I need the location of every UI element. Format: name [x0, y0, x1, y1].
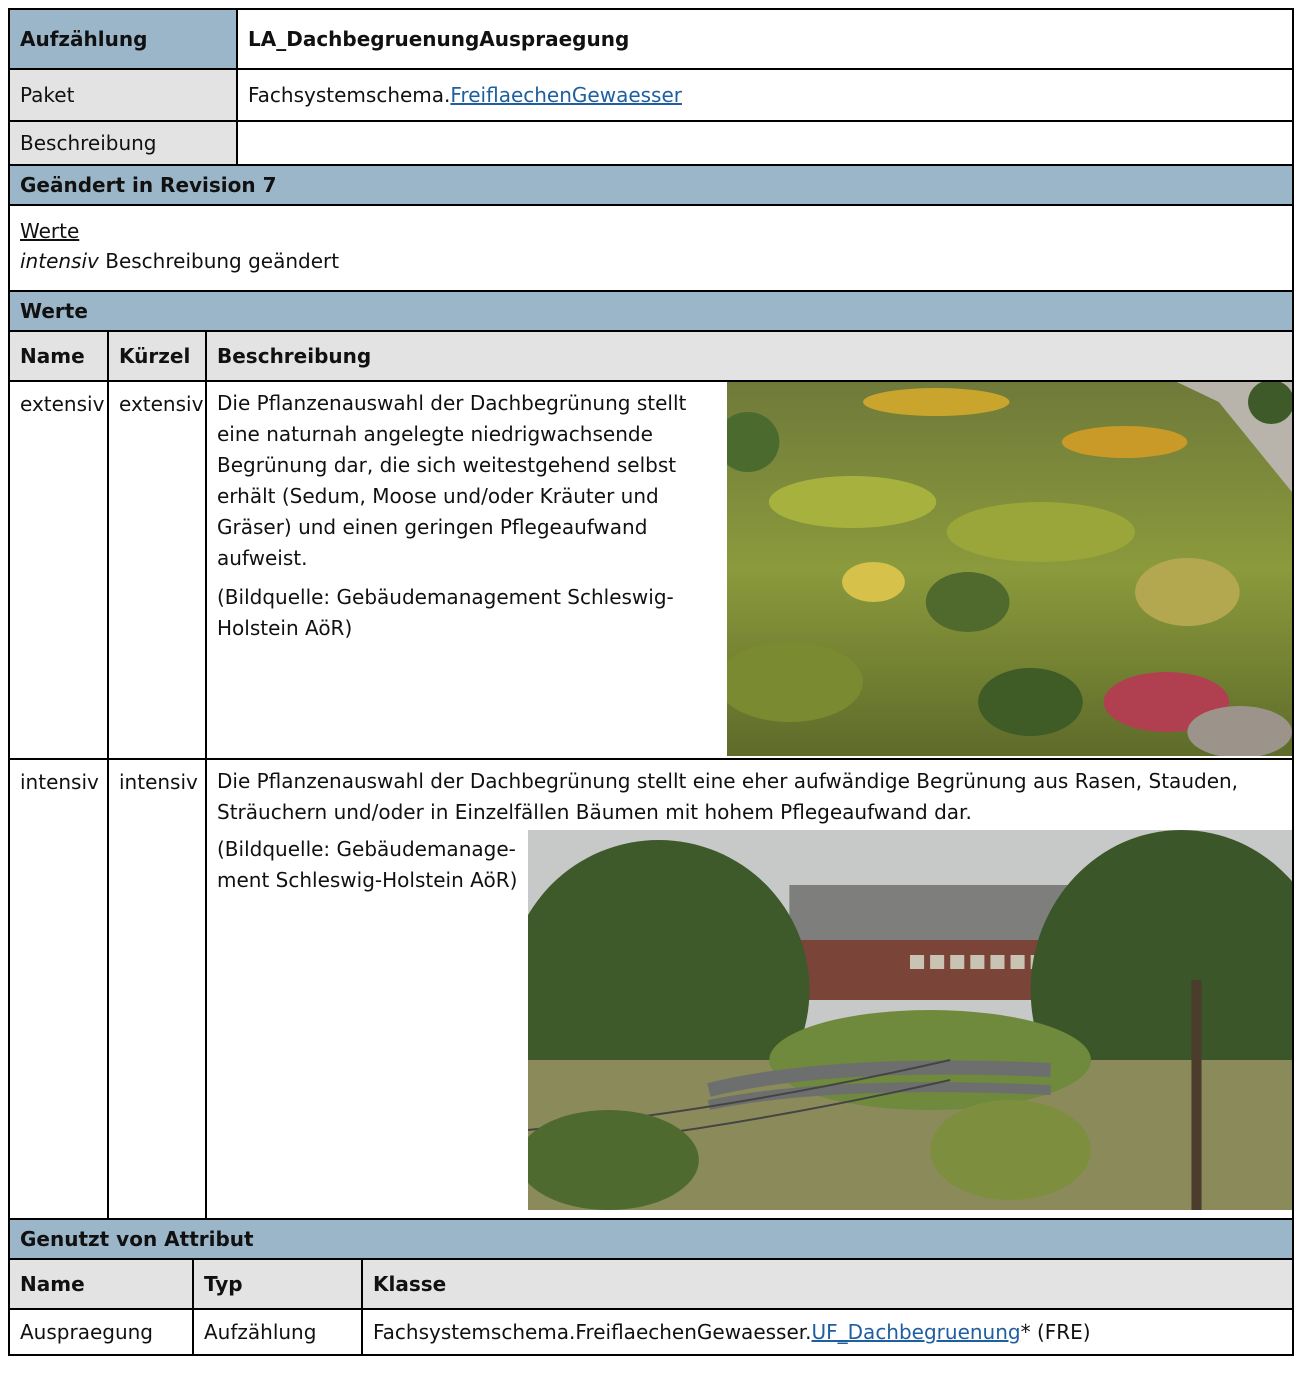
enumeration-name: LA_DachbegruenungAuspraegung	[236, 8, 1294, 70]
roof-garden-photo	[528, 830, 1291, 1210]
paket-prefix: Fachsystemschema.	[248, 83, 451, 107]
value-kuerzel: extensiv	[107, 380, 207, 760]
werte-header: Werte	[8, 290, 1294, 332]
image-source: (Bildquelle: Gebäudemanage­ment Schleswi…	[217, 837, 518, 892]
paket-label: Paket	[8, 68, 238, 122]
genutzt-header: Genutzt von Attribut	[8, 1218, 1294, 1260]
col-kuerzel: Kürzel	[107, 330, 207, 382]
attribute-typ: Aufzählung	[192, 1308, 363, 1356]
klasse-suffix: * (FRE)	[1020, 1320, 1091, 1344]
paket-value: Fachsystemschema.FreiflaechenGewaesser	[236, 68, 1294, 122]
werte-link[interactable]: Werte	[20, 219, 79, 243]
beschreibung-label: Beschreibung	[8, 120, 238, 166]
image-source: (Bildquelle: Gebäudemanagement Schleswig…	[217, 585, 674, 640]
document: Aufzählung LA_DachbegruenungAuspraegung …	[8, 8, 1294, 1356]
green-roof-photo	[727, 383, 1291, 756]
value-name: intensiv	[8, 758, 109, 1220]
paket-link[interactable]: FreiflaechenGewaesser	[450, 83, 682, 107]
col-typ: Typ	[192, 1258, 363, 1310]
revision-header: Geändert in Revision 7	[8, 164, 1294, 206]
value-description: Die Pflanzenauswahl der Dachbegrünung st…	[205, 758, 1294, 1220]
col-name: Name	[8, 1258, 194, 1310]
revision-change: intensiv Beschreibung geändert	[20, 246, 1282, 276]
table-row: Auspraegung Aufzählung Fachsystemschema.…	[8, 1308, 1294, 1356]
table-row: intensiv intensiv Die Pflanzenauswahl de…	[8, 758, 1294, 1220]
value-description: Die Pflanzenauswahl der Dachbegrünung st…	[205, 380, 1294, 760]
description-text: Die Pflanzenauswahl der Dachbegrünung st…	[217, 391, 687, 570]
klasse-link[interactable]: UF_Dachbegruenung	[812, 1320, 1021, 1344]
beschreibung-value	[236, 120, 1294, 166]
value-kuerzel: intensiv	[107, 758, 207, 1220]
revision-body: Werte intensiv Beschreibung geändert	[8, 204, 1294, 292]
value-name: extensiv	[8, 380, 109, 760]
col-beschreibung: Beschreibung	[205, 330, 1294, 382]
col-klasse: Klasse	[361, 1258, 1294, 1310]
attribute-name: Auspraegung	[8, 1308, 194, 1356]
header-table: Aufzählung LA_DachbegruenungAuspraegung …	[8, 8, 1294, 166]
genutzt-table: Genutzt von Attribut Name Typ Klasse Aus…	[8, 1218, 1294, 1356]
col-name: Name	[8, 330, 109, 382]
revision-change-name: intensiv	[20, 249, 99, 273]
werte-table: Geändert in Revision 7 Werte intensiv Be…	[8, 164, 1294, 1220]
attribute-klasse: Fachsystemschema.FreiflaechenGewaesser.U…	[361, 1308, 1294, 1356]
header-type-label: Aufzählung	[8, 8, 238, 70]
klasse-prefix: Fachsystemschema.FreiflaechenGewaesser.	[373, 1320, 812, 1344]
revision-change-text: Beschreibung geändert	[98, 249, 340, 273]
description-text: Die Pflanzenauswahl der Dachbegrünung st…	[217, 769, 1239, 824]
table-row: extensiv extensiv Die Pflanzenauswahl de…	[8, 380, 1294, 760]
